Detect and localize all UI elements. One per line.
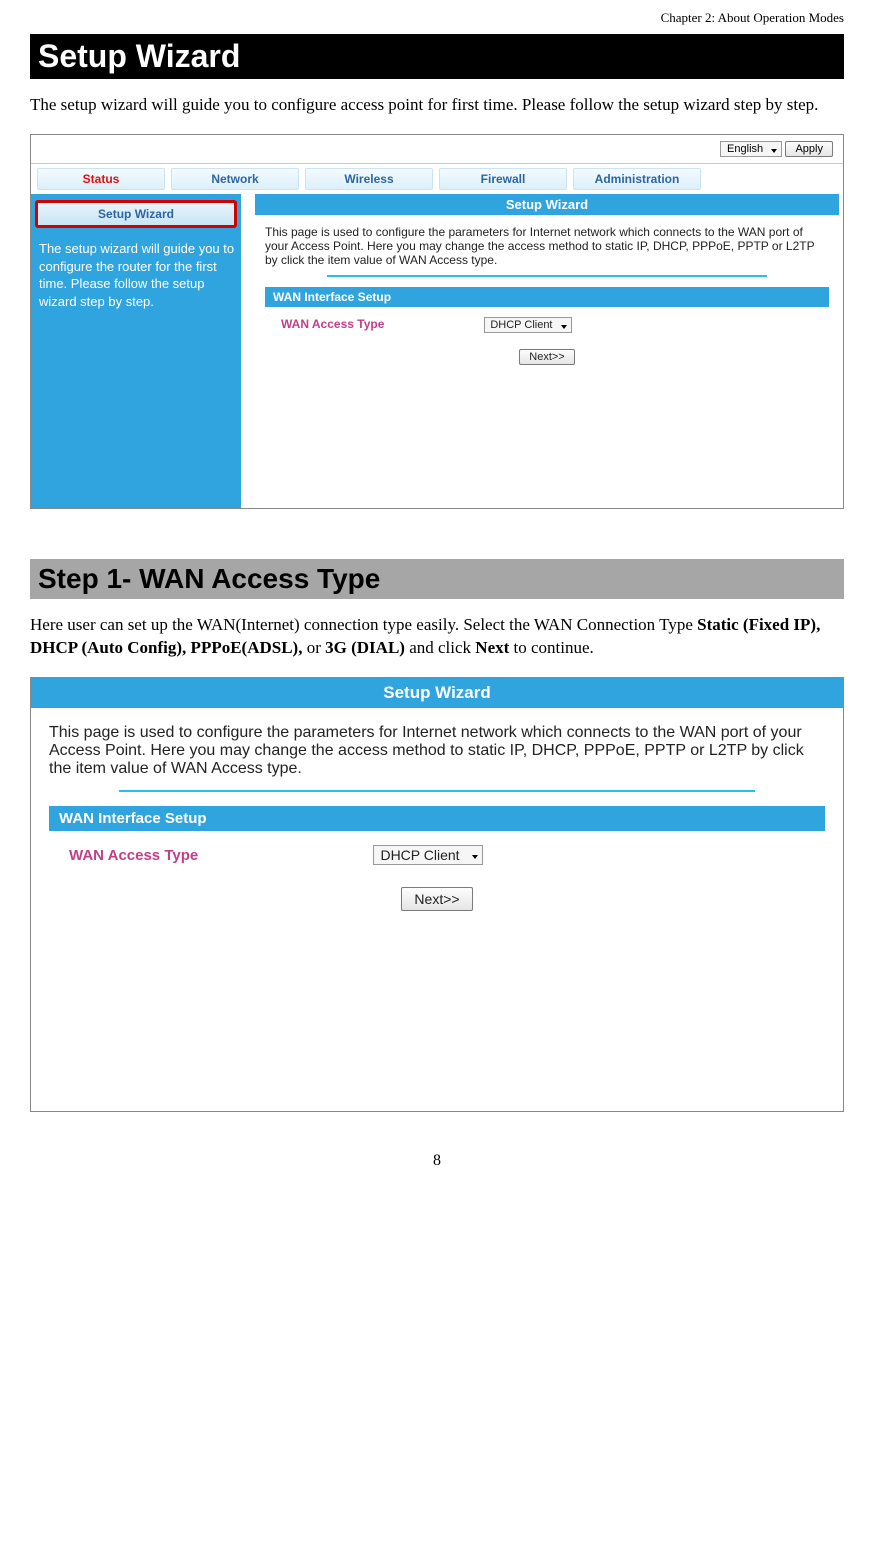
sidebar-help-text: The setup wizard will guide you to confi… [31,236,241,318]
next-button-2[interactable]: Next>> [401,887,472,911]
divider-2 [119,790,755,792]
wan-access-type-label-2: WAN Access Type [69,847,369,864]
tab-administration[interactable]: Administration [573,168,701,190]
nav-tabs: Status Network Wireless Firewall Adminis… [31,164,843,194]
tab-status[interactable]: Status [37,168,165,190]
wan-interface-setup-bar-2: WAN Interface Setup [49,806,825,831]
step1-paragraph: Here user can set up the WAN(Internet) c… [30,614,844,658]
next-button[interactable]: Next>> [519,349,574,365]
intro-paragraph: The setup wizard will guide you to confi… [30,94,844,116]
top-bar: English Apply [31,135,843,164]
language-dropdown[interactable]: English [720,141,782,157]
panel-title-2: Setup Wizard [31,678,843,708]
panel-description-2: This page is used to configure the param… [49,724,825,778]
divider [327,275,767,277]
wan-interface-setup-bar: WAN Interface Setup [265,287,829,307]
panel-title: Setup Wizard [255,194,839,215]
screenshot-wizard-panel: Setup Wizard This page is used to config… [30,677,844,1112]
screenshot-full-ui: English Apply Status Network Wireless Fi… [30,134,844,509]
apply-button[interactable]: Apply [785,141,833,157]
tab-network[interactable]: Network [171,168,299,190]
panel-description: This page is used to configure the param… [265,225,829,267]
heading-step1: Step 1- WAN Access Type [30,559,844,599]
wan-access-type-dropdown[interactable]: DHCP Client [484,317,571,333]
chapter-header: Chapter 2: About Operation Modes [30,10,844,26]
heading-setup-wizard: Setup Wizard [30,34,844,79]
tab-wireless[interactable]: Wireless [305,168,433,190]
sidebar: Setup Wizard The setup wizard will guide… [31,194,241,508]
page-number: 8 [30,1152,844,1170]
wan-access-type-dropdown-2[interactable]: DHCP Client [373,845,482,865]
wan-access-type-label: WAN Access Type [281,317,481,331]
tab-firewall[interactable]: Firewall [439,168,567,190]
sidebar-setup-wizard-button[interactable]: Setup Wizard [35,200,237,228]
